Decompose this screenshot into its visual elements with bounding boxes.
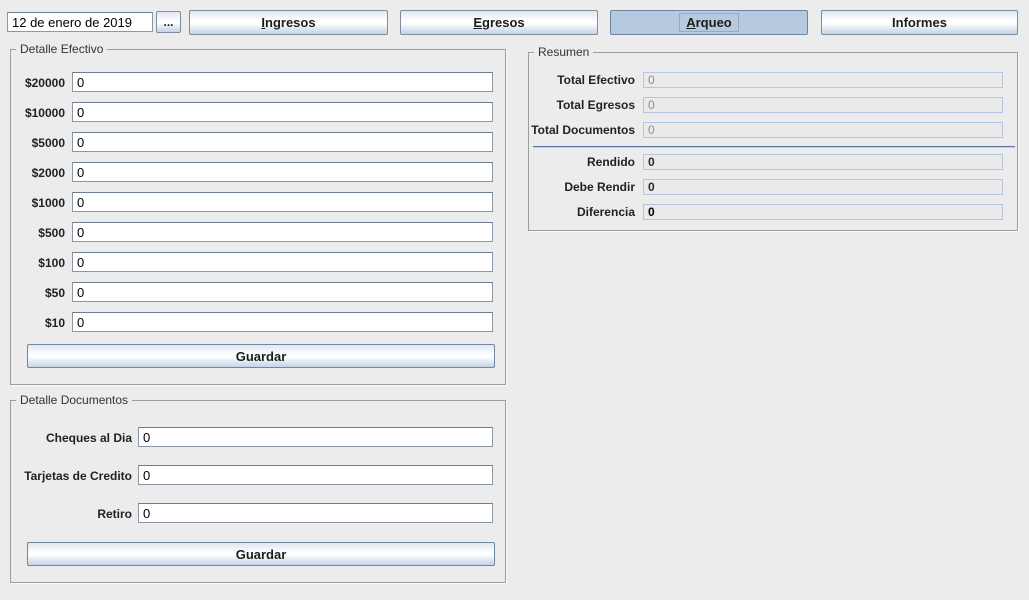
total-documentos-value: 0 <box>643 122 1003 138</box>
date-picker-button[interactable]: ... <box>156 11 181 33</box>
tab-egresos-button[interactable]: Egresos <box>400 10 598 35</box>
guardar-documentos-label: Guardar <box>236 547 287 562</box>
denom-input-50[interactable] <box>72 282 493 302</box>
resumen-title: Resumen <box>534 45 593 59</box>
debe-rendir-label: Debe Rendir <box>530 180 635 194</box>
denom-input-500[interactable] <box>72 222 493 242</box>
arqueo-label: Arqueo <box>679 13 739 32</box>
denom-label-2000: $2000 <box>8 166 65 180</box>
total-egresos-value: 0 <box>643 97 1003 113</box>
guardar-efectivo-label: Guardar <box>236 349 287 364</box>
denom-input-20000[interactable] <box>72 72 493 92</box>
denom-label-10000: $10000 <box>8 106 65 120</box>
denom-input-10[interactable] <box>72 312 493 332</box>
ingresos-label: Ingresos <box>261 15 315 30</box>
cheques-input[interactable] <box>138 427 493 447</box>
denom-input-5000[interactable] <box>72 132 493 152</box>
denom-input-1000[interactable] <box>72 192 493 212</box>
arqueo-window: ... Ingresos Egresos Arqueo Informes Det… <box>0 0 1029 600</box>
diferencia-value: 0 <box>643 204 1003 220</box>
guardar-documentos-button[interactable]: Guardar <box>27 542 495 566</box>
rendido-label: Rendido <box>530 155 635 169</box>
debe-rendir-value: 0 <box>643 179 1003 195</box>
tab-informes-button[interactable]: Informes <box>821 10 1018 35</box>
denom-label-1000: $1000 <box>8 196 65 210</box>
date-picker-label: ... <box>163 15 173 29</box>
tarjetas-input[interactable] <box>138 465 493 485</box>
denom-label-5000: $5000 <box>8 136 65 150</box>
cheques-label: Cheques al Dia <box>10 431 132 445</box>
denom-label-10: $10 <box>8 316 65 330</box>
total-efectivo-label: Total Efectivo <box>530 73 635 87</box>
denom-input-10000[interactable] <box>72 102 493 122</box>
total-documentos-label: Total Documentos <box>530 123 635 137</box>
denom-label-20000: $20000 <box>8 76 65 90</box>
denom-input-100[interactable] <box>72 252 493 272</box>
diferencia-label: Diferencia <box>530 205 635 219</box>
informes-label: Informes <box>892 15 947 30</box>
denom-label-500: $500 <box>8 226 65 240</box>
retiro-label: Retiro <box>10 507 132 521</box>
resumen-separator <box>533 146 1015 148</box>
tab-ingresos-button[interactable]: Ingresos <box>189 10 388 35</box>
date-input[interactable] <box>7 12 153 32</box>
denom-label-50: $50 <box>8 286 65 300</box>
denom-label-100: $100 <box>8 256 65 270</box>
tarjetas-label: Tarjetas de Credito <box>10 469 132 483</box>
guardar-efectivo-button[interactable]: Guardar <box>27 344 495 368</box>
tab-arqueo-button[interactable]: Arqueo <box>610 10 808 35</box>
detalle-efectivo-panel <box>10 49 506 385</box>
total-efectivo-value: 0 <box>643 72 1003 88</box>
egresos-label: Egresos <box>473 15 524 30</box>
detalle-documentos-title: Detalle Documentos <box>16 393 132 407</box>
retiro-input[interactable] <box>138 503 493 523</box>
total-egresos-label: Total Egresos <box>530 98 635 112</box>
detalle-efectivo-title: Detalle Efectivo <box>16 42 107 56</box>
denom-input-2000[interactable] <box>72 162 493 182</box>
rendido-value: 0 <box>643 154 1003 170</box>
